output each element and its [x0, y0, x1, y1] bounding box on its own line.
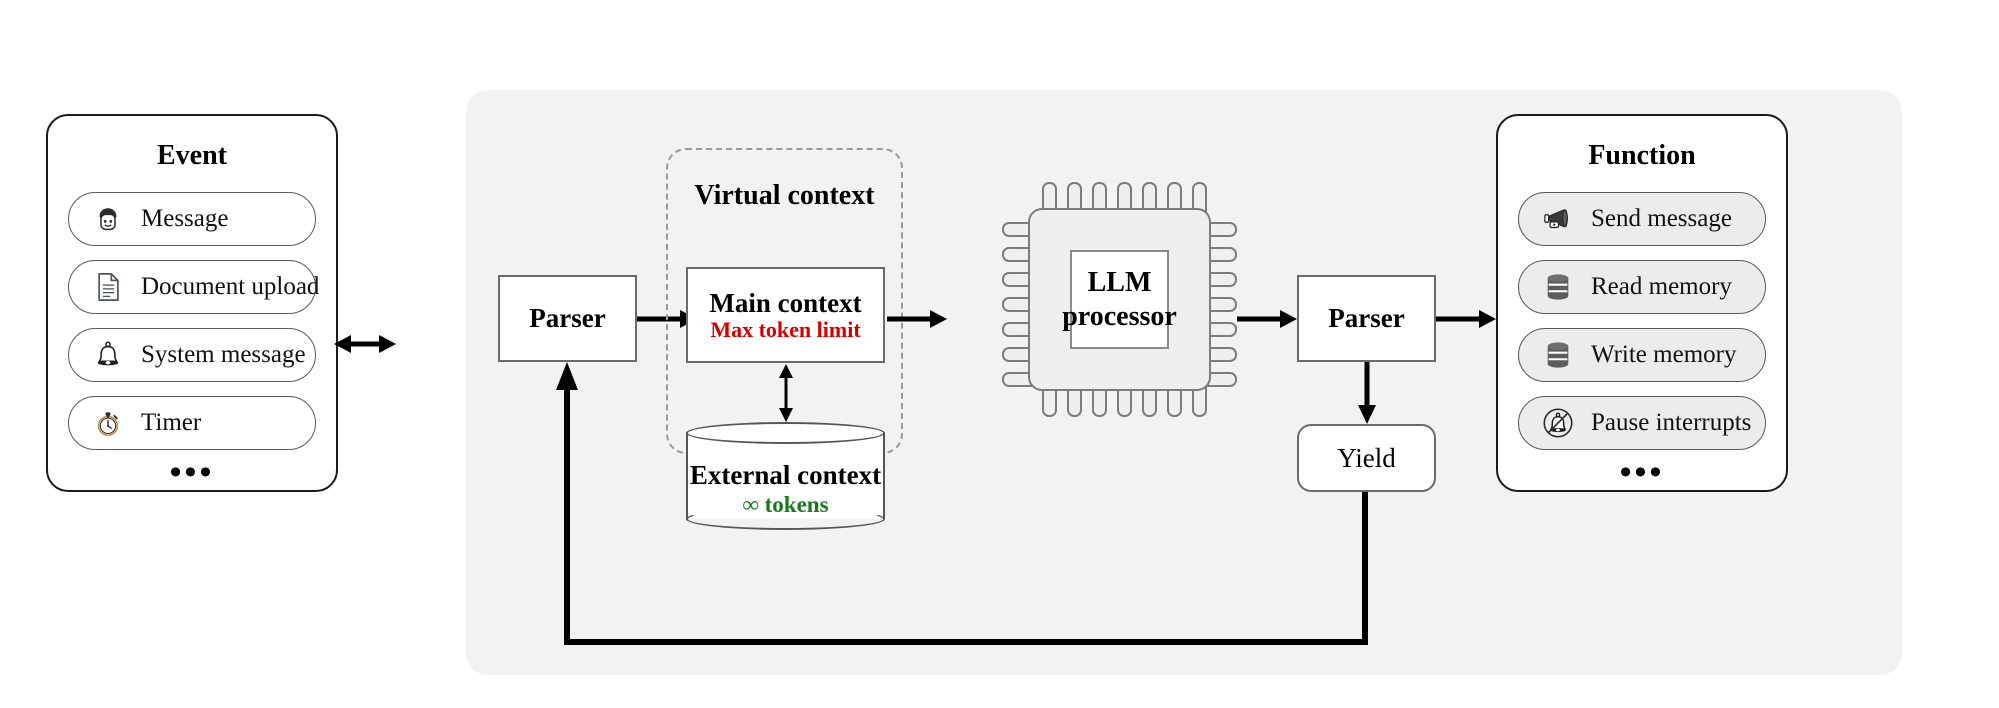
chip-pin-right: [1207, 272, 1237, 287]
event-item-timer[interactable]: Timer: [68, 396, 316, 450]
function-panel-title: Function: [1588, 140, 1696, 171]
function-item-label: Write memory: [1591, 341, 1737, 368]
virtual-context-title: Virtual context: [694, 180, 875, 211]
chip-die: LLM processor: [1062, 250, 1177, 349]
chip-pin-bottom: [1167, 387, 1182, 417]
function-panel-more: •••: [1619, 454, 1665, 491]
function-item-pause-interrupts[interactable]: Pause interrupts: [1518, 396, 1766, 450]
yield-box[interactable]: Yield: [1297, 424, 1436, 492]
function-item-send-message[interactable]: Send message: [1518, 192, 1766, 246]
main-context-box: Main context Max token limit: [686, 267, 885, 363]
arrow-output-parser-yield: [1358, 362, 1376, 424]
arrow-event-parser: [334, 335, 396, 353]
feedback-arrow-into-parser: [556, 362, 578, 645]
chip-shell: LLM processor: [1028, 208, 1211, 391]
chip-pin-bottom: [1117, 387, 1132, 417]
chip-pin-right: [1207, 247, 1237, 262]
chip-pin-bottom: [1092, 387, 1107, 417]
function-item-read-memory[interactable]: Read memory: [1518, 260, 1766, 314]
function-item-write-memory[interactable]: Write memory: [1518, 328, 1766, 382]
event-panel-more: •••: [169, 454, 215, 491]
output-parser-label: Parser: [1328, 303, 1405, 334]
llm-processor-chip: LLM processor: [1002, 182, 1237, 417]
event-item-document-upload[interactable]: Document upload: [68, 260, 320, 314]
megaphone-icon: [1541, 202, 1575, 236]
chip-pin-right: [1207, 297, 1237, 312]
event-item-label: System message: [141, 341, 306, 368]
input-parser-box[interactable]: Parser: [498, 275, 637, 362]
arrow-main-external-context: [779, 364, 793, 422]
cylinder-top-cap: [686, 422, 885, 444]
main-context-title: Main context: [709, 287, 862, 318]
event-item-label: Timer: [141, 409, 202, 436]
function-item-label: Read memory: [1591, 273, 1732, 300]
event-panel: Event Message Document upload System mes…: [46, 114, 338, 492]
event-item-label: Document upload: [141, 273, 320, 300]
feedback-line-horizontal: [564, 639, 1365, 645]
function-item-label: Send message: [1591, 205, 1732, 232]
output-parser-box[interactable]: Parser: [1297, 275, 1436, 362]
chip-pin-right: [1207, 372, 1237, 387]
event-item-label: Message: [141, 205, 229, 232]
event-item-message[interactable]: Message: [68, 192, 316, 246]
feedback-line-vertical-right: [1362, 492, 1368, 645]
input-parser-label: Parser: [529, 303, 606, 334]
chip-pin-bottom: [1192, 387, 1207, 417]
chip-pin-right: [1207, 222, 1237, 237]
external-context-text: External context ∞ tokens: [686, 460, 885, 519]
function-item-label: Pause interrupts: [1591, 409, 1752, 436]
external-context-title: External context: [689, 460, 882, 490]
chip-label-line2: processor: [1062, 300, 1177, 332]
chip-label: LLM processor: [1062, 266, 1177, 332]
chip-pin-bottom: [1067, 387, 1082, 417]
chip-pin-right: [1207, 322, 1237, 337]
event-item-system-message[interactable]: System message: [68, 328, 316, 382]
main-context-subtitle: Max token limit: [710, 316, 861, 342]
event-panel-title: Event: [157, 140, 227, 171]
database-icon: [1541, 270, 1575, 304]
chip-pin-right: [1207, 347, 1237, 362]
diagram-canvas: Event Message Document upload System mes…: [0, 0, 1999, 708]
bell-icon: [91, 338, 125, 372]
chip-label-line1: LLM: [1087, 267, 1152, 299]
external-context-subtitle: ∞ tokens: [742, 492, 829, 518]
database-icon: [1541, 338, 1575, 372]
yield-label: Yield: [1337, 442, 1396, 473]
bell-off-icon: [1541, 406, 1575, 440]
arrow-main-context-processor: [887, 310, 947, 328]
arrow-processor-output-parser: [1237, 310, 1297, 328]
document-icon: [91, 270, 125, 304]
chip-pin-bottom: [1042, 387, 1057, 417]
function-panel: Function Send message Read memory Write …: [1496, 114, 1788, 492]
stopwatch-icon: [91, 406, 125, 440]
user-avatar-icon: [91, 202, 125, 236]
chip-pin-bottom: [1142, 387, 1157, 417]
external-context-cylinder: External context ∞ tokens: [686, 422, 885, 530]
arrow-output-parser-function: [1436, 310, 1496, 328]
